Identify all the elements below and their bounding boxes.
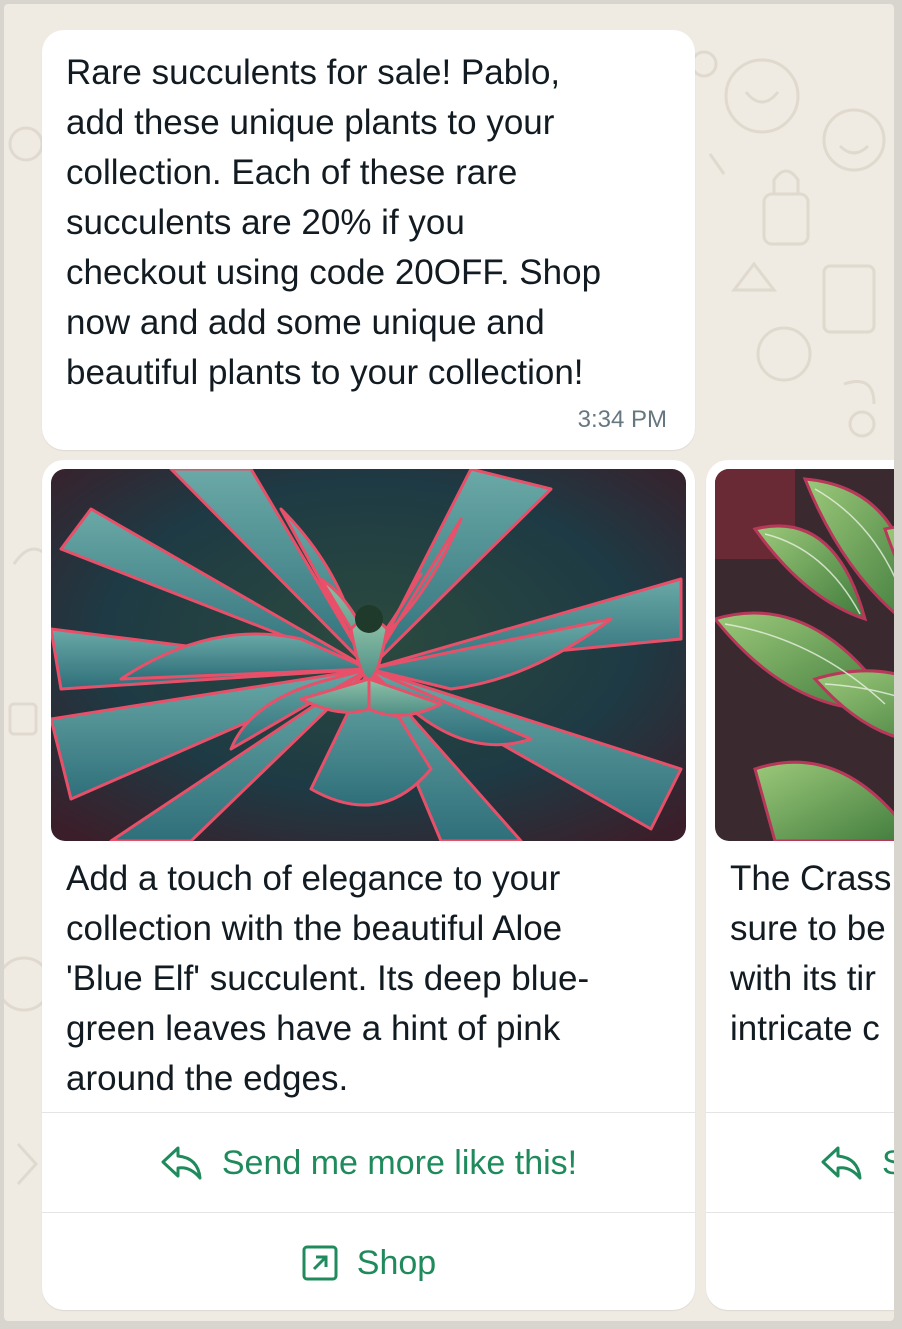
external-link-icon — [301, 1244, 339, 1282]
card-divider — [706, 1112, 894, 1113]
shop-label: Shop — [356, 1243, 437, 1282]
card-divider — [706, 1212, 894, 1213]
carousel-card-1: Add a touch of elegance to your collecti… — [42, 460, 695, 1310]
send-more-label: S — [882, 1143, 894, 1182]
card-description: The Crass sure to be with its tir intric… — [730, 859, 892, 1048]
send-more-button-2[interactable]: S — [706, 1114, 894, 1212]
card-divider — [42, 1212, 695, 1213]
card-description: Add a touch of elegance to your collecti… — [66, 859, 590, 1098]
message-bubble: Rare succulents for sale! Pablo, add the… — [42, 30, 695, 450]
crassula-image — [715, 469, 894, 841]
aloe-blue-elf-image — [51, 469, 686, 841]
reply-arrow-icon — [160, 1144, 204, 1182]
card-divider — [42, 1112, 695, 1113]
send-more-button[interactable]: Send me more like this! — [42, 1114, 695, 1212]
send-more-label: Send me more like this! — [221, 1143, 578, 1182]
chat-window: Rare succulents for sale! Pablo, add the… — [4, 4, 894, 1321]
message-timestamp: 3:34 PM — [577, 406, 667, 433]
message-text: Rare succulents for sale! Pablo, add the… — [66, 53, 602, 392]
carousel-card-2[interactable]: The Crass sure to be with its tir intric… — [706, 460, 894, 1310]
reply-arrow-icon — [820, 1144, 864, 1182]
shop-button[interactable]: Shop — [42, 1214, 695, 1310]
